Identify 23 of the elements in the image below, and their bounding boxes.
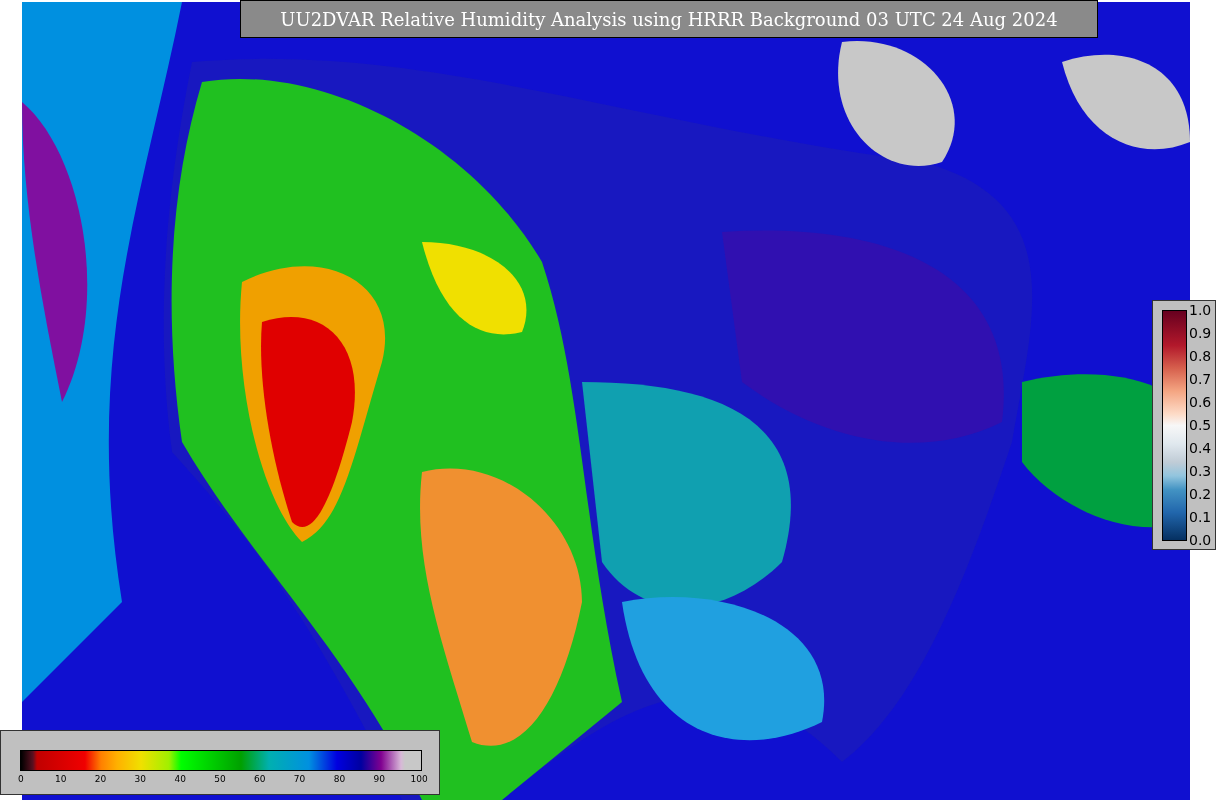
tick-label: 0.0 (1189, 531, 1212, 550)
tick-label: 0.4 (1189, 439, 1212, 458)
tick-label: 0 (17, 774, 25, 784)
chart-title: UU2DVAR Relative Humidity Analysis using HRRR Background 03 UTC 24 Aug 2024 (240, 0, 1098, 38)
tick-label: 0.9 (1189, 324, 1212, 343)
tick-label: 10 (54, 774, 68, 784)
tick-label: 90 (372, 774, 386, 784)
tick-label: 20 (93, 774, 108, 784)
tick-label: 30 (133, 774, 148, 784)
tick-label: 1.0 (1189, 301, 1212, 320)
tick-label: 80 (332, 774, 347, 784)
tick-label: 70 (292, 774, 307, 784)
tick-label: 0.5 (1189, 416, 1212, 435)
tick-label: 0.1 (1189, 508, 1212, 527)
tick-label: 0.6 (1189, 393, 1212, 412)
tick-label: 0.2 (1189, 485, 1212, 504)
tick-label: 50 (213, 774, 227, 784)
tick-label: 40 (173, 774, 187, 784)
tick-label: 0.8 (1189, 347, 1212, 366)
tick-label: 0.7 (1189, 370, 1212, 389)
tick-label: 100 (409, 774, 429, 784)
tick-label: 0.3 (1189, 462, 1212, 481)
tick-label: 60 (253, 774, 267, 784)
